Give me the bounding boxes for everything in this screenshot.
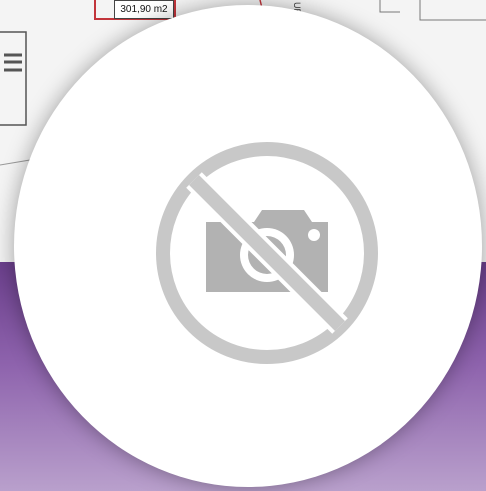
no-photo-icon xyxy=(156,142,378,364)
photo-circle[interactable] xyxy=(14,5,482,487)
area-label: 301,90 m2 xyxy=(114,0,174,19)
